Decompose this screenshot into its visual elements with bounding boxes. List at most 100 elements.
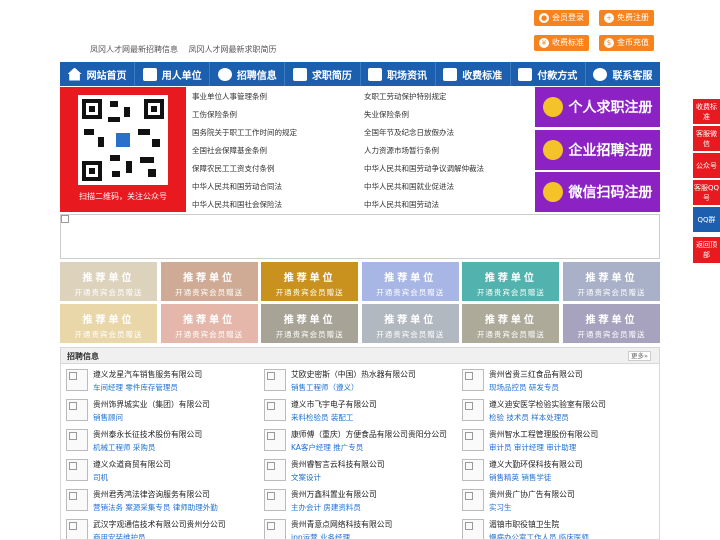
recommend-tile[interactable]: 推荐单位 开通贵宾会员赠送: [160, 262, 258, 301]
company-name[interactable]: 遵义迪安医学检验实验室有限公司: [489, 399, 606, 410]
ad-banner[interactable]: [60, 214, 660, 259]
job-positions[interactable]: 实习生: [489, 502, 512, 513]
company-name[interactable]: 康师傅（重庆）方便食品有限公司贵阳分公司: [291, 429, 447, 440]
job-positions[interactable]: 商用安装维护员: [93, 532, 146, 539]
job-positions[interactable]: KA客户经理 推广专员: [291, 442, 363, 453]
regulation-link[interactable]: 中华人民共和国劳动合同法: [192, 181, 282, 192]
job-positions[interactable]: 销售工程师（遵义）: [291, 382, 359, 393]
company-name[interactable]: 武汉字观通信技术有限公司贵州分公司: [93, 519, 226, 530]
company-name[interactable]: 艾欧史密斯（中国）热水器有限公司: [291, 369, 416, 380]
job-item[interactable]: 武汉字观通信技术有限公司贵州分公司商用安装维护员: [61, 517, 257, 539]
job-item[interactable]: 遵义大勤环保科技有限公司 销售精英 销售学徒: [457, 457, 653, 487]
regulation-link[interactable]: 中华人民共和国社会保险法: [192, 199, 282, 210]
job-positions[interactable]: 机械工程师 采购员: [93, 442, 155, 453]
regulation-link[interactable]: 失业保险条例: [364, 109, 409, 120]
latest-resumes-link[interactable]: 凤冈人才网最新求职简历: [189, 45, 277, 54]
company-name[interactable]: 遵义大勤环保科技有限公司: [489, 459, 583, 470]
job-positions[interactable]: 主办会计 房建资料员: [291, 502, 361, 513]
company-name[interactable]: 湄镇市职役镇卫生院: [489, 519, 559, 530]
nav-recruit[interactable]: 招聘信息: [210, 62, 286, 86]
job-positions[interactable]: 慢病办公室工作人员 临床医师: [489, 532, 589, 539]
nav-news[interactable]: 职场资讯: [361, 62, 436, 86]
job-positions[interactable]: 车间经理 零件库存管理员: [93, 382, 178, 393]
register-button[interactable]: + 免费注册: [599, 10, 654, 26]
regulation-link[interactable]: 中华人民共和国劳动法: [364, 199, 439, 210]
person-register-button[interactable]: 个人求职注册: [535, 87, 660, 127]
side-tool-button[interactable]: 返回顶部: [693, 237, 720, 264]
recommend-tile[interactable]: 推荐单位 开通贵宾会员赠送: [60, 304, 157, 343]
regulation-link[interactable]: 女职工劳动保护特别规定: [364, 91, 447, 102]
job-positions[interactable]: 来料检验员 装配工: [291, 412, 353, 423]
regulation-link[interactable]: 中华人民共和国就业促进法: [364, 181, 454, 192]
company-name[interactable]: 贵州睿智言云科技有限公司: [291, 459, 385, 470]
recommend-tile[interactable]: 推荐单位 开通贵宾会员赠送: [361, 262, 459, 301]
nav-resumes[interactable]: 求职简历: [285, 62, 361, 86]
job-item[interactable]: 贵州君秀鸿法律咨询服务有限公司 营销法务 案源采集专员 律师助理外勤: [61, 487, 257, 517]
recommend-tile[interactable]: 推荐单位 开通贵宾会员赠送: [462, 304, 560, 343]
job-positions[interactable]: 现场品控员 研发专员: [489, 382, 559, 393]
job-positions[interactable]: 营销法务 案源采集专员 律师助理外勤: [93, 502, 218, 513]
company-name[interactable]: 遵义市飞宇电子有限公司: [291, 399, 377, 410]
regulation-link[interactable]: 事业单位人事管理条例: [192, 91, 267, 102]
side-tool-button[interactable]: QQ群: [693, 207, 720, 233]
job-positions[interactable]: ipp运营 业务经理: [291, 532, 350, 539]
recommend-tile[interactable]: 推荐单位 开通贵宾会员赠送: [261, 304, 359, 343]
job-item[interactable]: 贵州智水工程管理股份有限公司 审计员 审计经理 审计助理: [457, 427, 653, 457]
side-tool-button[interactable]: 公众号: [693, 153, 720, 179]
latest-jobs-link[interactable]: 凤冈人才网最新招聘信息: [90, 45, 178, 54]
company-name[interactable]: 贵州泰永长征技术股份有限公司: [93, 429, 202, 440]
company-name[interactable]: 贵州饰界城实业（集团）有限公司: [93, 399, 210, 410]
job-item[interactable]: 贵州泰永长征技术股份有限公司 机械工程师 采购员: [61, 427, 257, 457]
company-name[interactable]: 贵州君秀鸿法律咨询服务有限公司: [93, 489, 210, 500]
job-positions[interactable]: 文案设计: [291, 472, 321, 483]
job-item[interactable]: 贵州青意点网络科技有限公司 ipp运营 业务经理: [259, 517, 455, 539]
regulation-link[interactable]: 保障农民工工资支付条例: [192, 163, 275, 174]
job-positions[interactable]: 审计员 审计经理 审计助理: [489, 442, 576, 453]
job-item[interactable]: 遵义龙星汽车销售服务有限公司 车间经理 零件库存管理员: [61, 367, 257, 397]
regulation-link[interactable]: 工伤保险条例: [192, 109, 237, 120]
job-item[interactable]: 贵州省贵三红食品有限公司 现场品控员 研发专员: [457, 367, 653, 397]
job-item[interactable]: 湄镇市职役镇卫生院慢病办公室工作人员 临床医师: [457, 517, 653, 539]
company-name[interactable]: 贵州贵广协广告有限公司: [489, 489, 575, 500]
job-positions[interactable]: 检验 技术员 样本处理员: [489, 412, 569, 423]
regulation-link[interactable]: 中华人民共和国劳动争议调解仲裁法: [364, 163, 484, 174]
coin-recharge-button[interactable]: $ 金币充值: [599, 35, 654, 51]
company-name[interactable]: 遵义龙星汽车销售服务有限公司: [93, 369, 202, 380]
company-name[interactable]: 贵州万鑫科置业有限公司: [291, 489, 377, 500]
job-positions[interactable]: 销售顾问: [93, 412, 123, 423]
regulation-link[interactable]: 国务院关于职工工作时间的规定: [192, 127, 297, 138]
company-register-button[interactable]: 企业招聘注册: [535, 130, 660, 170]
login-button[interactable]: ● 会员登录: [534, 10, 589, 26]
recommend-tile[interactable]: 推荐单位 开通贵宾会员赠送: [60, 262, 157, 301]
side-tool-button[interactable]: 客服QQ号: [693, 180, 720, 206]
nav-service[interactable]: 联系客服: [586, 62, 660, 86]
job-positions[interactable]: 司机: [93, 472, 108, 483]
wechat-register-button[interactable]: 微信扫码注册: [535, 172, 660, 212]
side-tool-button[interactable]: 客服微信: [693, 126, 720, 152]
job-item[interactable]: 贵州贵广协广告有限公司 实习生: [457, 487, 653, 517]
job-item[interactable]: 遵义众道商贸有限公司 司机: [61, 457, 257, 487]
recommend-tile[interactable]: 推荐单位 开通贵宾会员赠送: [361, 304, 459, 343]
recommend-tile[interactable]: 推荐单位 开通贵宾会员赠送: [160, 304, 258, 343]
company-name[interactable]: 贵州省贵三红食品有限公司: [489, 369, 583, 380]
recommend-tile[interactable]: 推荐单位 开通贵宾会员赠送: [261, 262, 359, 301]
job-positions[interactable]: 销售精英 销售学徒: [489, 472, 551, 483]
recommend-tile[interactable]: 推荐单位 开通贵宾会员赠送: [563, 304, 660, 343]
regulation-link[interactable]: 人力资源市场暂行条例: [364, 145, 439, 156]
job-item[interactable]: 遵义市飞宇电子有限公司 来料检验员 装配工: [259, 397, 455, 427]
price-button[interactable]: ¥ 收费标准: [534, 35, 589, 51]
job-item[interactable]: 遵义迪安医学检验实验室有限公司 检验 技术员 样本处理员: [457, 397, 653, 427]
nav-payment[interactable]: 付款方式: [511, 62, 586, 86]
company-name[interactable]: 遵义众道商贸有限公司: [93, 459, 171, 470]
more-link[interactable]: 更多»: [628, 351, 651, 361]
recommend-tile[interactable]: 推荐单位 开通贵宾会员赠送: [462, 262, 560, 301]
regulation-link[interactable]: 全国社会保障基金条例: [192, 145, 267, 156]
regulation-link[interactable]: 全国年节及纪念日放假办法: [364, 127, 454, 138]
nav-home[interactable]: 网站首页: [60, 62, 136, 86]
nav-employers[interactable]: 用人单位: [135, 62, 211, 86]
side-tool-button[interactable]: 收费标准: [693, 99, 720, 125]
job-item[interactable]: 贵州饰界城实业（集团）有限公司 销售顾问: [61, 397, 257, 427]
recommend-tile[interactable]: 推荐单位 开通贵宾会员赠送: [563, 262, 660, 301]
job-item[interactable]: 贵州睿智言云科技有限公司 文案设计: [259, 457, 455, 487]
job-item[interactable]: 贵州万鑫科置业有限公司 主办会计 房建资料员: [259, 487, 455, 517]
